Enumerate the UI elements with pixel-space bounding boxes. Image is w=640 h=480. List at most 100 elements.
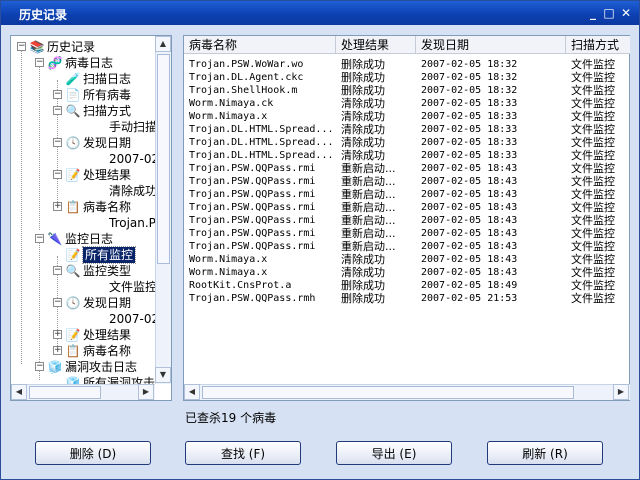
table-row[interactable]: Trojan.ShellHook.m 删除成功 2007-02-05 18:32 文件… [184, 84, 630, 97]
history-tree-panel: − 📚 历史记录 − 🧬 病毒日志 🧪 扫描日志 − 📄 所有病毒 − 🔍 扫描方式 手动扫描 − 🕓 发现日期 2… [10, 35, 172, 401]
tree-item[interactable]: 清除成功 [11, 183, 155, 199]
table-row[interactable]: Trojan.PSW.QQPass.rmi 重新启动... 2007-02-05 1… [184, 201, 630, 214]
table-row[interactable]: Trojan.DL.HTML.Spread... 清除成功 2007-02-05 1… [184, 123, 630, 136]
collapse-minus-icon[interactable]: − [53, 170, 62, 179]
tree-item-label: 处理结果 [83, 168, 132, 182]
cell-virus-name: Worm.Nimaya.x [189, 254, 268, 265]
tree-item[interactable]: − 🔍 监控类型 [11, 263, 155, 279]
scroll-right-arrow-icon[interactable]: ▶ [138, 384, 154, 400]
tree-vertical-scrollbar[interactable]: ▲ ▼ [155, 36, 171, 384]
scroll-up-arrow-icon[interactable]: ▲ [155, 36, 171, 52]
table-row[interactable]: Worm.Nimaya.x 清除成功 2007-02-05 18:43 文件监控 [184, 266, 630, 279]
cell-scan-mode: 文件监控 [571, 162, 615, 175]
collapse-minus-icon[interactable]: − [17, 42, 26, 51]
list-scroll-left-arrow-icon[interactable]: ◀ [184, 384, 200, 400]
tree-item[interactable]: Trojan.PSW [11, 215, 155, 231]
close-button[interactable]: ✕ [618, 5, 634, 21]
expand-plus-icon[interactable]: + [53, 346, 62, 355]
table-row[interactable]: RootKit.CnsProt.a 删除成功 2007-02-05 18:49 文件监… [184, 279, 630, 292]
table-row[interactable]: Trojan.DL.HTML.Spread... 清除成功 2007-02-05 1… [184, 149, 630, 162]
table-row[interactable]: Trojan.PSW.QQPass.rmh 删除成功 2007-02-05 21:5… [184, 292, 630, 305]
column-scan-mode[interactable]: 扫描方式 [566, 36, 630, 54]
refresh-button[interactable]: 刷新 (R) [487, 441, 603, 465]
table-row[interactable]: Trojan.PSW.QQPass.rmi 重新启动... 2007-02-05 1… [184, 175, 630, 188]
tree-node-icon: 🧪 [65, 72, 81, 86]
cell-virus-name: Trojan.DL.HTML.Spread... [189, 124, 334, 135]
table-row[interactable]: Trojan.DL.Agent.ckc 删除成功 2007-02-05 18:32 文… [184, 71, 630, 84]
expand-plus-icon[interactable]: + [53, 202, 62, 211]
tree-item[interactable]: − 🔍 扫描方式 [11, 103, 155, 119]
tree-item[interactable]: 🧊 所有漏洞攻击 [11, 375, 155, 384]
history-tree[interactable]: − 📚 历史记录 − 🧬 病毒日志 🧪 扫描日志 − 📄 所有病毒 − 🔍 扫描方式 手动扫描 − 🕓 发现日期 2… [11, 36, 155, 384]
tree-item[interactable]: − 🕓 发现日期 [11, 295, 155, 311]
cell-date: 2007-02-05 18:49 [421, 280, 518, 291]
minimize-button[interactable]: _ [585, 5, 601, 21]
tree-item[interactable]: + 📝 处理结果 [11, 327, 155, 343]
cell-date: 2007-02-05 18:33 [421, 111, 518, 122]
tree-item[interactable]: − 🧬 病毒日志 [11, 55, 155, 71]
cell-virus-name: Trojan.PSW.QQPass.rmi [189, 176, 316, 187]
maximize-button[interactable]: □ [601, 5, 617, 21]
tree-item-label: 扫描方式 [83, 104, 132, 118]
table-row[interactable]: Trojan.PSW.QQPass.rmi 重新启动... 2007-02-05 1… [184, 214, 630, 227]
table-row[interactable]: Worm.Nimaya.ck 清除成功 2007-02-05 18:33 文件监控 [184, 97, 630, 110]
tree-item[interactable]: − 📝 处理结果 [11, 167, 155, 183]
table-row[interactable]: Worm.Nimaya.x 清除成功 2007-02-05 18:33 文件监控 [184, 110, 630, 123]
cell-scan-mode: 文件监控 [571, 266, 615, 279]
tree-item[interactable]: − 🧊 漏洞攻击日志 [11, 359, 155, 375]
tree-node-icon: 🌂 [47, 232, 63, 246]
tree-item[interactable]: 📝 所有监控 [11, 246, 155, 264]
cell-virus-name: Trojan.ShellHook.m [189, 85, 298, 96]
tree-node-icon: 🧬 [47, 56, 63, 70]
tree-item[interactable]: − 📚 历史记录 [11, 39, 155, 55]
tree-item[interactable]: 文件监控 [11, 279, 155, 295]
column-virus-name[interactable]: 病毒名称 [184, 36, 336, 54]
tree-item[interactable]: 2007-02-05 [11, 311, 155, 327]
list-hscroll-thumb[interactable] [202, 386, 574, 399]
tree-node-icon: 🔍 [65, 104, 81, 118]
tree-item[interactable]: − 📄 所有病毒 [11, 87, 155, 103]
tree-item[interactable]: − 🕓 发现日期 [11, 135, 155, 151]
tree-item[interactable]: 2007-02-05 [11, 151, 155, 167]
tree-item[interactable]: 🧪 扫描日志 [11, 71, 155, 87]
collapse-minus-icon[interactable]: − [53, 298, 62, 307]
tree-horizontal-scrollbar[interactable]: ◀ ▶ [11, 384, 155, 400]
tree-item[interactable]: − 🌂 监控日志 [11, 231, 155, 247]
export-button[interactable]: 导出 (E) [336, 441, 452, 465]
tree-item[interactable]: + 📋 病毒名称 [11, 199, 155, 215]
collapse-minus-icon[interactable]: − [53, 90, 62, 99]
scroll-left-arrow-icon[interactable]: ◀ [11, 384, 27, 400]
collapse-minus-icon[interactable]: − [53, 266, 62, 275]
table-row[interactable]: Trojan.PSW.QQPass.rmi 重新启动... 2007-02-05 1… [184, 162, 630, 175]
table-row[interactable]: Trojan.PSW.QQPass.rmi 重新启动... 2007-02-05 1… [184, 227, 630, 240]
table-row[interactable]: Trojan.PSW.QQPass.rmi 重新启动... 2007-02-05 1… [184, 188, 630, 201]
table-row[interactable]: Trojan.DL.HTML.Spread... 清除成功 2007-02-05 1… [184, 136, 630, 149]
list-scroll-right-arrow-icon[interactable]: ▶ [613, 384, 629, 400]
tree-hscroll-thumb[interactable] [29, 386, 101, 399]
collapse-minus-icon[interactable]: − [35, 58, 44, 67]
column-date[interactable]: 发现日期 [416, 36, 566, 54]
collapse-minus-icon[interactable]: − [35, 362, 44, 371]
delete-button[interactable]: 删除 (D) [35, 441, 151, 465]
title-bar[interactable]: 历史记录 _ □ ✕ [1, 1, 639, 25]
virus-list[interactable]: Trojan.PSW.WoWar.wo 删除成功 2007-02-05 18:32 文… [184, 54, 630, 386]
collapse-minus-icon[interactable]: − [53, 106, 62, 115]
tree-node-icon: 🧊 [47, 360, 63, 374]
collapse-minus-icon[interactable]: − [35, 234, 44, 243]
scroll-down-arrow-icon[interactable]: ▼ [155, 367, 171, 383]
tree-item[interactable]: 手动扫描 [11, 119, 155, 135]
table-row[interactable]: Worm.Nimaya.x 清除成功 2007-02-05 18:43 文件监控 [184, 253, 630, 266]
find-button[interactable]: 查找 (F) [185, 441, 301, 465]
column-result[interactable]: 处理结果 [336, 36, 416, 54]
cell-result: 清除成功 [341, 253, 385, 266]
expand-plus-icon[interactable]: + [53, 330, 62, 339]
tree-item-label: 所有监控 [81, 246, 137, 264]
list-horizontal-scrollbar[interactable]: ◀ ▶ [184, 384, 630, 400]
cell-scan-mode: 文件监控 [571, 201, 615, 214]
tree-item[interactable]: + 📋 病毒名称 [11, 343, 155, 359]
table-row[interactable]: Trojan.PSW.QQPass.rmi 重新启动... 2007-02-05 1… [184, 240, 630, 253]
tree-scroll-thumb[interactable] [157, 54, 170, 264]
table-row[interactable]: Trojan.PSW.WoWar.wo 删除成功 2007-02-05 18:32 文… [184, 58, 630, 71]
cell-date: 2007-02-05 18:33 [421, 150, 518, 161]
collapse-minus-icon[interactable]: − [53, 138, 62, 147]
